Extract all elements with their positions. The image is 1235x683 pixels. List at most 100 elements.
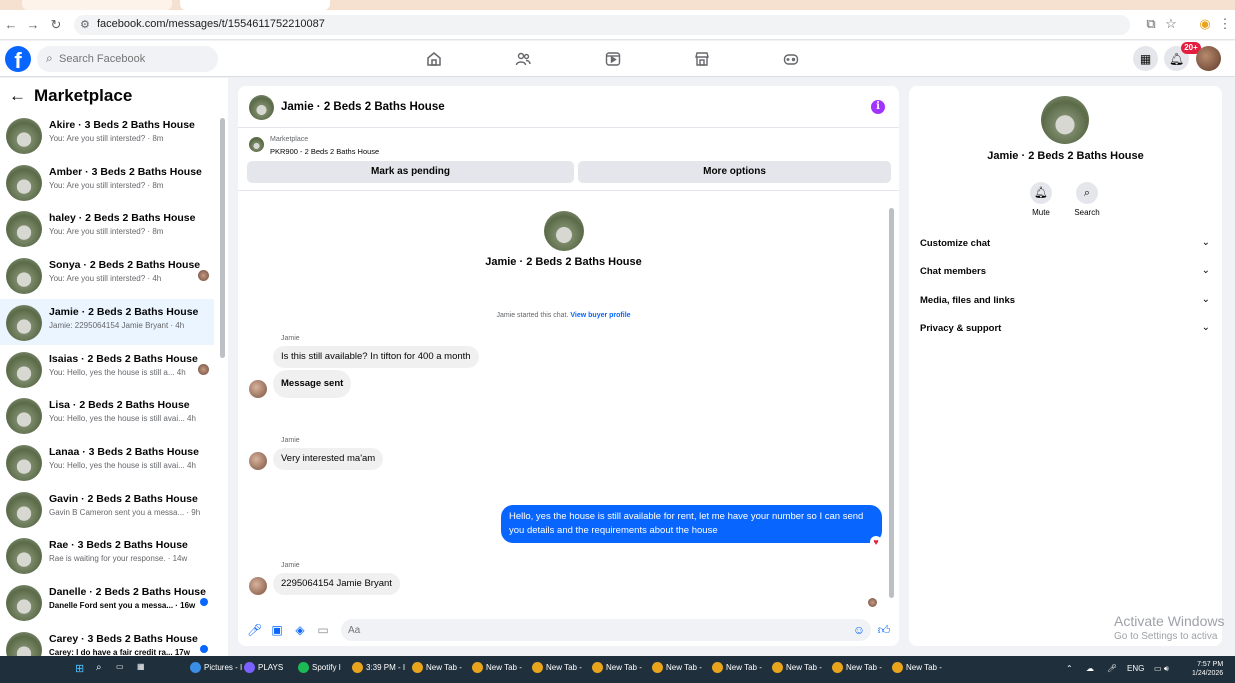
info-icon[interactable]: i [871, 100, 885, 114]
chat-header-thumbnail[interactable] [249, 95, 274, 120]
taskbar-app-item[interactable]: New Tab - [592, 662, 642, 673]
conversation-list-item[interactable]: Jamie · 2 Beds 2 Baths House Jamie: 22950… [0, 298, 214, 345]
listing-thumbnail [6, 631, 42, 656]
browser-tab-active[interactable] [180, 0, 330, 10]
browser-menu-icon[interactable]: ⋮ [1216, 16, 1234, 32]
widgets-icon[interactable]: ▦ [137, 662, 145, 671]
video-icon[interactable] [598, 47, 628, 71]
message-bubble-incoming[interactable]: Message sent [273, 370, 352, 398]
chat-scrollbar[interactable] [889, 208, 894, 598]
address-url[interactable]: facebook.com/messages/t/1554611752210087 [97, 18, 325, 30]
taskbar-search-icon[interactable]: ⌕ [96, 662, 102, 673]
taskbar-app-label: New Tab - [666, 663, 702, 672]
conversation-list-item[interactable]: Carey · 3 Beds 2 Baths House Carey: I do … [0, 626, 214, 656]
address-bar[interactable]: ⚙ facebook.com/messages/t/15546117522100… [74, 15, 1130, 35]
home-icon[interactable] [419, 47, 449, 71]
conversation-list-item[interactable]: Akire · 3 Beds 2 Baths House You: Are you… [0, 112, 214, 158]
gif-icon[interactable]: ▭ [316, 623, 330, 637]
photo-icon[interactable]: ▣ [270, 623, 284, 637]
bookmark-star-icon[interactable]: ☆ [1162, 16, 1180, 32]
taskbar-app-item[interactable]: New Tab - [412, 662, 462, 673]
listing-thumbnail[interactable] [249, 137, 264, 152]
taskbar-app-item[interactable]: New Tab - [472, 662, 522, 673]
sender-avatar[interactable] [249, 380, 267, 398]
more-options-button[interactable]: More options [578, 161, 891, 183]
conversation-list-item[interactable]: Lanaa · 3 Beds 2 Baths House You: Hello, … [0, 439, 214, 485]
conversation-list-item[interactable]: Gavin · 2 Beds 2 Baths House Gavin B Came… [0, 486, 214, 532]
gaming-icon[interactable] [776, 47, 806, 71]
facebook-search-box[interactable]: ⌕ [37, 46, 218, 72]
privacy-support-section[interactable]: Privacy & support ⌄ [920, 319, 1210, 339]
heart-reaction-icon[interactable]: ♥ [870, 536, 882, 548]
conversation-list-item[interactable]: Sonya · 2 Beds 2 Baths House You: Are you… [0, 252, 214, 298]
account-avatar[interactable] [1196, 46, 1221, 71]
network-volume-icon[interactable]: ▭ 🔊︎ [1154, 664, 1169, 674]
chat-members-section[interactable]: Chat members ⌄ [920, 262, 1210, 282]
clock-time: 7:57 PM [1197, 661, 1224, 668]
conversation-list-item[interactable]: Lisa · 2 Beds 2 Baths House You: Hello, y… [0, 392, 214, 438]
emoji-icon[interactable]: ☺ [852, 623, 866, 637]
profile-icon[interactable]: ◉ [1196, 16, 1214, 32]
taskbar-app-item[interactable]: Spotify I [298, 662, 341, 673]
sender-avatar[interactable] [249, 452, 267, 470]
conversation-title: Danelle · 2 Beds 2 Baths House [49, 586, 206, 598]
chat-header-name[interactable]: Jamie · 2 Beds 2 Baths House [281, 101, 445, 113]
taskbar-app-label: New Tab - [606, 663, 642, 672]
message-bubble-incoming[interactable]: Very interested ma'am [273, 448, 384, 470]
microphone-tray-icon[interactable]: 🎤︎ [1107, 664, 1117, 673]
back-arrow-icon[interactable]: ← [9, 86, 26, 106]
mute-label[interactable]: Mute [1016, 208, 1066, 217]
conversation-list-item[interactable]: Rae · 3 Beds 2 Baths House Rae is waiting… [0, 532, 214, 578]
message-bubble-outgoing[interactable]: Hello, yes the house is still available … [501, 505, 882, 543]
conversation-list-item[interactable]: Danelle · 2 Beds 2 Baths House Danelle Fo… [0, 579, 214, 625]
media-files-links-section[interactable]: Media, files and links ⌄ [920, 291, 1210, 311]
site-settings-icon[interactable]: ⚙ [80, 18, 90, 31]
customize-chat-section[interactable]: Customize chat ⌄ [920, 234, 1210, 254]
taskbar-app-item[interactable]: New Tab - [652, 662, 702, 673]
taskbar-app-item[interactable]: New Tab - [712, 662, 762, 673]
sidebar-scrollbar[interactable] [220, 118, 225, 358]
browser-tab[interactable] [22, 0, 172, 10]
conversation-title: Carey · 3 Beds 2 Baths House [49, 632, 198, 645]
mark-as-pending-button[interactable]: Mark as pending [247, 161, 574, 183]
thumbs-up-icon[interactable]: 👍︎ [877, 623, 891, 637]
taskbar-app-item[interactable]: Pictures - I [190, 662, 242, 673]
tray-chevron-up-icon[interactable]: ⌃ [1066, 664, 1073, 673]
microphone-icon[interactable]: 🎤︎ [247, 623, 262, 637]
marketplace-icon[interactable] [687, 47, 717, 71]
mute-bell-icon[interactable]: 🔔︎ [1030, 182, 1052, 204]
conversation-list-item[interactable]: Isaias · 2 Beds 2 Baths House You: Hello,… [0, 346, 214, 392]
taskbar-app-item[interactable]: New Tab - [832, 662, 882, 673]
message-bubble-incoming[interactable]: 2295064154 Jamie Bryant [273, 573, 400, 595]
start-windows-icon[interactable]: ⊞ [75, 662, 84, 675]
forward-arrow-icon[interactable]: → [24, 16, 42, 34]
task-view-icon[interactable]: ▭ [116, 662, 124, 671]
cast-icon[interactable]: ⧉ [1142, 16, 1160, 32]
taskbar-app-item[interactable]: PLAYS [244, 662, 283, 673]
listing-title[interactable]: PKR900 - 2 Beds 2 Baths House [270, 147, 379, 156]
back-arrow-icon[interactable]: ← [2, 16, 20, 34]
reload-icon[interactable]: ↻ [47, 16, 65, 34]
facebook-search-input[interactable] [59, 50, 209, 68]
taskbar-app-item[interactable]: 3:39 PM - I [352, 662, 405, 673]
system-clock[interactable]: 7:57 PM 1/24/2026 [1192, 660, 1223, 678]
listing-thumbnail [6, 491, 42, 528]
view-buyer-profile-link[interactable]: View buyer profile [570, 312, 630, 319]
taskbar-app-item[interactable]: New Tab - [772, 662, 822, 673]
listing-thumbnail [6, 211, 42, 248]
conversation-list-item[interactable]: haley · 2 Beds 2 Baths House You: Are you… [0, 205, 214, 251]
sticker-icon[interactable]: ◈ [293, 623, 307, 637]
onedrive-cloud-icon[interactable]: ☁ [1086, 664, 1094, 673]
menu-grid-icon[interactable]: ▦ [1133, 46, 1158, 71]
conversation-list-item[interactable]: Amber · 3 Beds 2 Baths House You: Are you… [0, 159, 214, 205]
facebook-logo-icon[interactable]: f [5, 46, 31, 72]
taskbar-app-item[interactable]: New Tab - [892, 662, 942, 673]
message-input[interactable] [341, 619, 871, 641]
message-bubble-incoming[interactable]: Is this still available? In tifton for 4… [273, 346, 479, 368]
sender-avatar[interactable] [249, 577, 267, 595]
friends-icon[interactable] [508, 47, 538, 71]
search-label[interactable]: Search [1062, 208, 1112, 217]
taskbar-app-item[interactable]: New Tab - [532, 662, 582, 673]
language-indicator[interactable]: ENG [1127, 664, 1144, 673]
search-icon[interactable]: ⌕ [1076, 182, 1098, 204]
